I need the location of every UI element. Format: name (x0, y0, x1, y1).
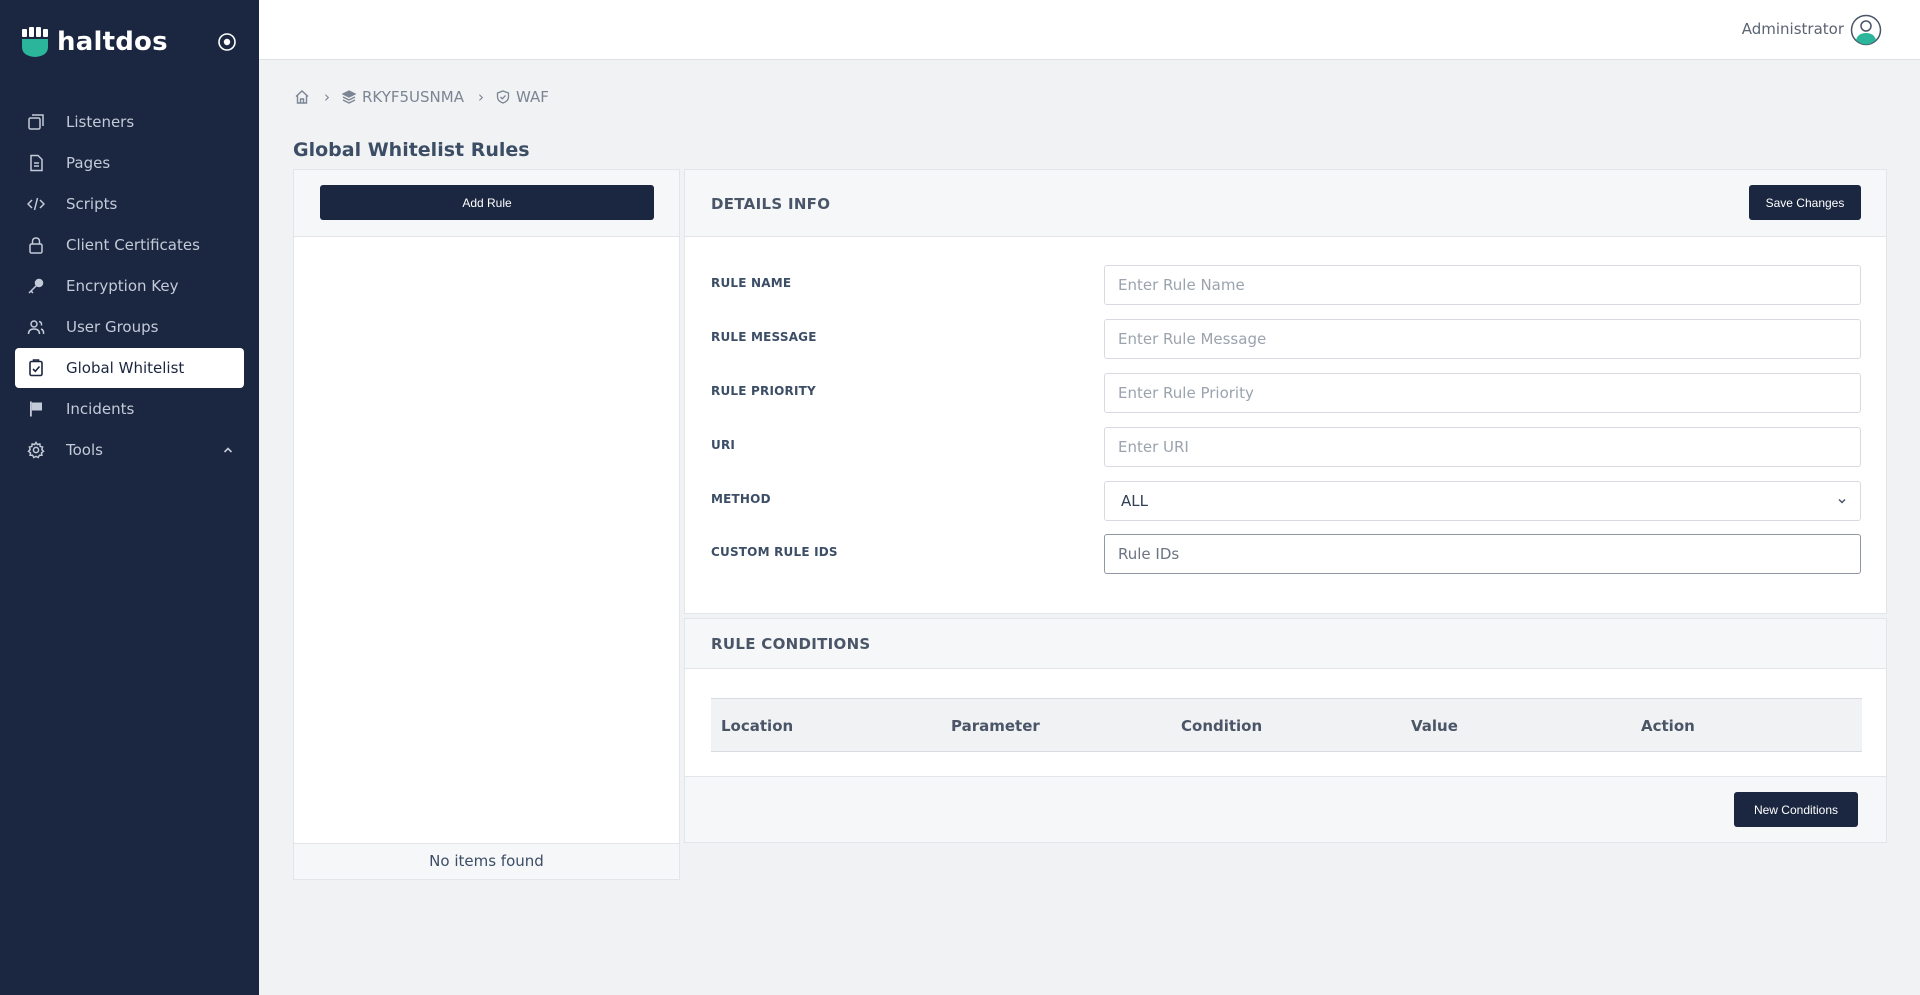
rule-name-input[interactable]: Enter Rule Name (1104, 265, 1861, 305)
sidebar-item-tools[interactable]: Tools (15, 430, 244, 470)
rule-conditions-panel: RULE CONDITIONS Location Parameter Condi… (684, 618, 1887, 843)
column-header-action: Action (1641, 717, 1695, 735)
listeners-icon (28, 114, 44, 130)
breadcrumb: › RKYF5USNMA › WAF (294, 88, 549, 106)
sidebar-item-label: User Groups (66, 318, 159, 336)
users-icon (27, 320, 45, 335)
sidebar: haltdos Listeners Pages Scripts Client C… (0, 0, 259, 995)
rules-list-header: Add Rule (294, 170, 679, 237)
clipboard-check-icon (29, 359, 43, 377)
uri-input[interactable]: Enter URI (1104, 427, 1861, 467)
sidebar-item-label: Incidents (66, 400, 135, 418)
method-selected-value: ALL (1121, 492, 1148, 510)
key-icon (28, 278, 44, 294)
add-rule-button[interactable]: Add Rule (320, 185, 654, 220)
rule-conditions-footer: New Conditions (685, 776, 1886, 842)
rule-priority-label: RULE PRIORITY (711, 384, 816, 398)
sidebar-nav: Listeners Pages Scripts Client Certifica… (15, 102, 244, 471)
sidebar-item-label: Encryption Key (66, 277, 179, 295)
method-label: METHOD (711, 492, 771, 506)
details-header: DETAILS INFO Save Changes (685, 170, 1886, 237)
breadcrumb-separator: › (477, 88, 484, 106)
empty-state: No items found (294, 843, 679, 879)
shield-check-icon (496, 90, 510, 104)
rule-name-label: RULE NAME (711, 276, 792, 290)
column-header-parameter: Parameter (951, 717, 1040, 735)
sidebar-item-user-groups[interactable]: User Groups (15, 307, 244, 347)
sidebar-item-scripts[interactable]: Scripts (15, 184, 244, 224)
column-header-value: Value (1411, 717, 1458, 735)
form-row-rule-message: RULE MESSAGE Enter Rule Message (711, 319, 1863, 359)
form-row-method: METHOD ALL (711, 481, 1863, 521)
new-conditions-button[interactable]: New Conditions (1734, 792, 1858, 827)
haltdos-logo-icon (22, 27, 48, 57)
sidebar-item-global-whitelist[interactable]: Global Whitelist (15, 348, 244, 388)
breadcrumb-separator: › (324, 88, 330, 106)
user-name[interactable]: Administrator (1742, 20, 1844, 38)
chevron-down-icon (1838, 498, 1846, 504)
conditions-table-header: Location Parameter Condition Value Actio… (711, 698, 1862, 752)
brand-name: haltdos (57, 27, 168, 57)
topbar: Administrator (259, 0, 1920, 60)
form-row-uri: URI Enter URI (711, 427, 1863, 467)
rule-message-input[interactable]: Enter Rule Message (1104, 319, 1861, 359)
sidebar-item-listeners[interactable]: Listeners (15, 102, 244, 142)
rule-conditions-header: RULE CONDITIONS (685, 619, 1886, 669)
uri-label: URI (711, 438, 736, 452)
custom-rule-ids-input[interactable]: Rule IDs (1104, 534, 1861, 574)
page-title: Global Whitelist Rules (293, 139, 530, 161)
column-header-location: Location (721, 717, 794, 735)
save-changes-button[interactable]: Save Changes (1749, 185, 1861, 220)
rule-conditions-title: RULE CONDITIONS (711, 635, 871, 653)
lock-icon (29, 237, 43, 254)
sidebar-item-label: Client Certificates (66, 236, 200, 254)
details-panel: DETAILS INFO Save Changes RULE NAME Ente… (684, 169, 1887, 614)
method-select[interactable]: ALL (1104, 481, 1861, 521)
sidebar-item-label: Pages (66, 154, 111, 172)
rule-priority-input[interactable]: Enter Rule Priority (1104, 373, 1861, 413)
chevron-up-icon (223, 447, 233, 453)
breadcrumb-label: RKYF5USNMA (362, 88, 464, 106)
sidebar-toggle-icon[interactable] (217, 32, 237, 52)
sidebar-item-pages[interactable]: Pages (15, 143, 244, 183)
code-icon (27, 197, 45, 211)
layers-icon (342, 90, 356, 104)
details-title: DETAILS INFO (711, 195, 831, 213)
gear-icon (27, 441, 45, 459)
brand[interactable]: haltdos (22, 27, 168, 57)
sidebar-item-client-certificates[interactable]: Client Certificates (15, 225, 244, 265)
column-header-condition: Condition (1181, 717, 1263, 735)
sidebar-item-label: Global Whitelist (66, 359, 185, 377)
breadcrumb-item-project[interactable]: RKYF5USNMA (342, 88, 464, 106)
sidebar-item-label: Scripts (66, 195, 118, 213)
rules-list-panel: Add Rule No items found (293, 169, 680, 880)
custom-rule-ids-label: CUSTOM RULE IDS (711, 545, 838, 559)
breadcrumb-label: WAF (515, 88, 549, 106)
user-avatar-icon[interactable] (1850, 14, 1882, 46)
form-row-rule-priority: RULE PRIORITY Enter Rule Priority (711, 373, 1863, 413)
form-row-custom-rule-ids: CUSTOM RULE IDS Rule IDs (711, 534, 1863, 574)
rule-message-label: RULE MESSAGE (711, 330, 817, 344)
pages-icon (30, 154, 43, 172)
flag-icon (30, 401, 42, 417)
sidebar-item-incidents[interactable]: Incidents (15, 389, 244, 429)
home-icon[interactable] (294, 89, 310, 105)
form-row-rule-name: RULE NAME Enter Rule Name (711, 265, 1863, 305)
sidebar-item-label: Listeners (66, 113, 135, 131)
sidebar-item-encryption-key[interactable]: Encryption Key (15, 266, 244, 306)
sidebar-item-label: Tools (66, 441, 103, 459)
breadcrumb-item-waf[interactable]: WAF (496, 88, 549, 106)
